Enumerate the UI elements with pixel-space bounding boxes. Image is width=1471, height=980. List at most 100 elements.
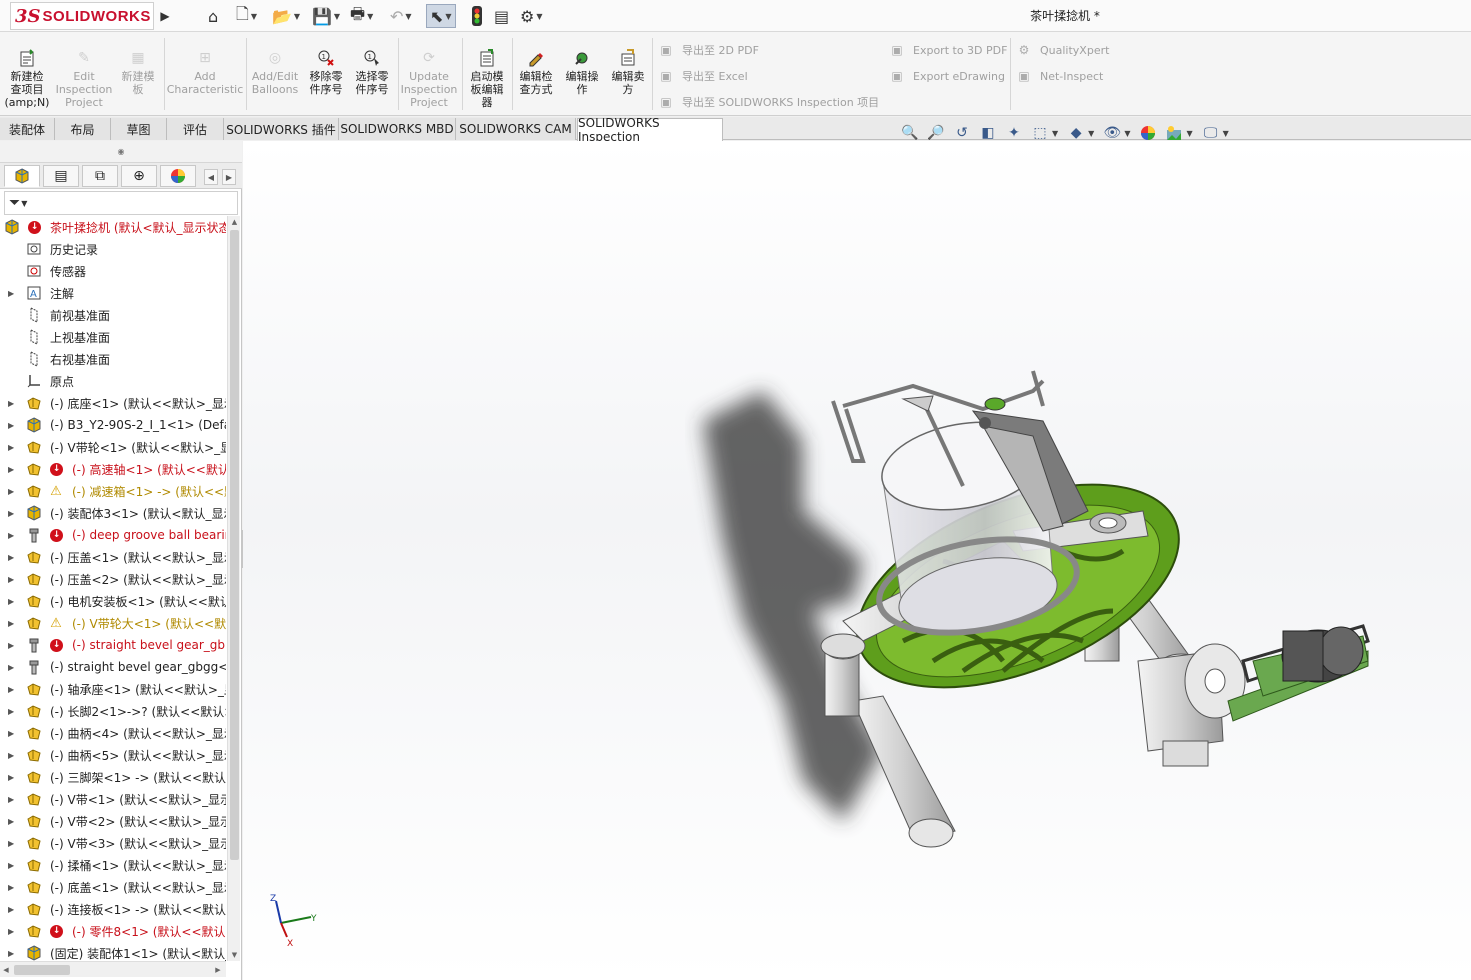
- print-icon[interactable]: 🖶 ▼: [350, 4, 373, 28]
- export-inspection-project-button[interactable]: ▣ 导出至 SOLIDWORKS Inspection 项目: [658, 92, 879, 112]
- tree-item[interactable]: ▶ ↓ (-) 高速轴<1> (默认<<默认>: [0, 458, 226, 480]
- file-properties-icon[interactable]: ▤: [494, 4, 509, 28]
- select-dropdown-icon[interactable]: ▼: [445, 12, 451, 21]
- expand-icon[interactable]: ▶: [8, 553, 18, 562]
- tree-item[interactable]: ▶ (-) 长脚2<1>->? (默认<<默认>: [0, 700, 226, 722]
- zoom-to-fit-icon[interactable]: 🔍: [900, 123, 920, 143]
- export-3d-pdf-button[interactable]: ▣ Export to 3D PDF: [889, 40, 1007, 60]
- expand-icon[interactable]: ▶: [8, 465, 18, 474]
- tab-inspection[interactable]: SOLIDWORKS Inspection: [577, 116, 723, 144]
- tree-item[interactable]: 上视基准面: [0, 326, 226, 348]
- dropdown-icon[interactable]: ▼: [1124, 129, 1130, 138]
- scroll-up-icon[interactable]: ▲: [228, 216, 241, 228]
- tree-item[interactable]: ▶ (-) 电机安装板<1> (默认<<默认>: [0, 590, 226, 612]
- display-manager-tab-icon[interactable]: [160, 165, 196, 187]
- expand-icon[interactable]: ▶: [8, 729, 18, 738]
- tree-item[interactable]: 右视基准面: [0, 348, 226, 370]
- expand-icon[interactable]: ▶: [8, 949, 18, 958]
- tree-item[interactable]: ▶ (-) 底座<1> (默认<<默认>_显示: [0, 392, 226, 414]
- undo-dropdown-icon[interactable]: ▼: [405, 12, 411, 21]
- tree-item[interactable]: ▶ (-) 曲柄<5> (默认<<默认>_显示: [0, 744, 226, 766]
- expand-icon[interactable]: ▶: [8, 421, 18, 430]
- tree-item[interactable]: ▶ (-) 压盖<1> (默认<<默认>_显示: [0, 546, 226, 568]
- tree-item[interactable]: ▶ (-) 三脚架<1> -> (默认<<默认>: [0, 766, 226, 788]
- zoom-to-area-icon[interactable]: 🔎: [926, 123, 946, 143]
- remove-part-number-button[interactable]: 1 移除零 件序号: [304, 48, 348, 96]
- tree-root[interactable]: ↓ 茶叶揉捻机 (默认<默认_显示状态: [0, 216, 226, 238]
- dimxpert-tab-icon[interactable]: ⊕: [121, 165, 157, 187]
- expand-icon[interactable]: ▶: [8, 487, 18, 496]
- tab-cam[interactable]: SOLIDWORKS CAM: [456, 118, 576, 140]
- rebuild-icon[interactable]: [470, 4, 484, 28]
- save-dropdown-icon[interactable]: ▼: [334, 12, 340, 21]
- graphics-area[interactable]: Z Y X: [243, 141, 1471, 980]
- save-icon[interactable]: 💾 ▼: [312, 4, 340, 28]
- tree-item[interactable]: ▶ (-) 连接板<1> -> (默认<<默认>: [0, 898, 226, 920]
- new-inspection-project-button[interactable]: 新建检 查项目 (amp;N): [4, 48, 50, 109]
- edit-inspection-project-button[interactable]: ✎ Edit Inspection Project: [54, 48, 114, 110]
- expand-icon[interactable]: ▶: [8, 509, 18, 518]
- expand-icon[interactable]: ▶: [8, 399, 18, 408]
- edit-vendor-button[interactable]: 编辑卖 方: [606, 48, 650, 96]
- expand-icon[interactable]: ▶: [8, 905, 18, 914]
- scroll-left-icon[interactable]: ◀: [0, 962, 12, 978]
- tree-item[interactable]: ▶ (-) 底盖<1> (默认<<默认>_显示: [0, 876, 226, 898]
- scroll-right-icon[interactable]: ▶: [212, 962, 224, 978]
- new-dropdown-icon[interactable]: ▼: [251, 12, 257, 21]
- tab-sketch[interactable]: 草图: [111, 118, 167, 140]
- undo-icon[interactable]: ↶ ▼: [390, 4, 412, 28]
- solidworks-logo[interactable]: 3S SOLIDWORKS: [10, 2, 154, 30]
- menu-expand-arrow-icon[interactable]: ▶: [158, 4, 172, 28]
- dropdown-icon[interactable]: ▼: [1088, 129, 1094, 138]
- expand-icon[interactable]: ▶: [8, 575, 18, 584]
- expand-icon[interactable]: ▶: [8, 751, 18, 760]
- tree-item[interactable]: ▶ (-) straight bevel gear_gbgg<: [0, 656, 226, 678]
- expand-icon[interactable]: ▶: [8, 795, 18, 804]
- expand-icon[interactable]: ▶: [8, 861, 18, 870]
- scroll-thumb[interactable]: [14, 965, 70, 975]
- options-icon[interactable]: ⚙ ▼: [520, 4, 543, 28]
- tab-assembly[interactable]: 装配体: [0, 118, 55, 140]
- tree-horizontal-scrollbar[interactable]: ◀ ▶: [0, 961, 226, 977]
- new-document-icon[interactable]: 🗋 ▼: [236, 4, 257, 28]
- tab-layout[interactable]: 布局: [55, 118, 111, 140]
- tab-mbd[interactable]: SOLIDWORKS MBD: [339, 118, 456, 140]
- tree-filter[interactable]: ⏷ ▼: [4, 191, 238, 215]
- add-edit-balloons-button[interactable]: ◎ Add/Edit Balloons: [250, 48, 300, 97]
- launch-template-editor-button[interactable]: 启动模 板编辑 器: [465, 48, 509, 109]
- expand-icon[interactable]: ▶: [8, 817, 18, 826]
- expand-icon[interactable]: ▶: [8, 597, 18, 606]
- tree-item[interactable]: ▶ ↓ (-) straight bevel gear_gb: [0, 634, 226, 656]
- edit-operation-button[interactable]: 编辑操 作: [560, 48, 604, 96]
- print-dropdown-icon[interactable]: ▼: [367, 12, 373, 21]
- tree-item[interactable]: ▶ (-) 曲柄<4> (默认<<默认>_显示: [0, 722, 226, 744]
- filter-icon[interactable]: ⏷: [9, 195, 20, 211]
- scroll-thumb[interactable]: [230, 230, 239, 860]
- expand-icon[interactable]: ▶: [8, 531, 18, 540]
- propertymanager-tab-icon[interactable]: ▤: [43, 165, 79, 187]
- expand-icon[interactable]: ▶: [8, 883, 18, 892]
- section-view-icon[interactable]: ◧: [978, 123, 998, 143]
- net-inspect-button[interactable]: ▣ Net-Inspect: [1016, 66, 1103, 86]
- tree-item[interactable]: ▶ (-) 装配体3<1> (默认<默认_显示: [0, 502, 226, 524]
- configurationmanager-tab-icon[interactable]: ⧉: [82, 165, 118, 187]
- expand-icon[interactable]: ▶: [8, 443, 18, 452]
- open-dropdown-icon[interactable]: ▼: [294, 12, 300, 21]
- tree-item[interactable]: ▶ A 注解: [0, 282, 226, 304]
- dropdown-icon[interactable]: ▼: [1186, 129, 1192, 138]
- dynamic-annotation-icon[interactable]: ✦: [1004, 123, 1024, 143]
- expand-icon[interactable]: ▶: [8, 773, 18, 782]
- open-icon[interactable]: 📂 ▼: [272, 4, 300, 28]
- tab-scroll-right-icon[interactable]: ▶: [222, 169, 236, 185]
- export-edrawing-button[interactable]: ▣ Export eDrawing: [889, 66, 1005, 86]
- new-template-button[interactable]: ▦ 新建模 板: [116, 48, 160, 97]
- view-orientation-icon[interactable]: ⬚: [1030, 123, 1050, 143]
- tree-item[interactable]: 历史记录: [0, 238, 226, 260]
- panel-grip-icon[interactable]: ◉: [0, 141, 242, 163]
- tree-item[interactable]: ▶ (-) B3_Y2-90S-2_I_1<1> (Default: [0, 414, 226, 436]
- export-excel-button[interactable]: ▣ 导出至 Excel: [658, 66, 747, 86]
- tree-item[interactable]: ▶ (-) 压盖<2> (默认<<默认>_显示: [0, 568, 226, 590]
- expand-icon[interactable]: ▶: [8, 663, 18, 672]
- tab-evaluate[interactable]: 评估: [167, 118, 224, 140]
- tree-item[interactable]: ▶ (-) V带<3> (默认<<默认>_显示: [0, 832, 226, 854]
